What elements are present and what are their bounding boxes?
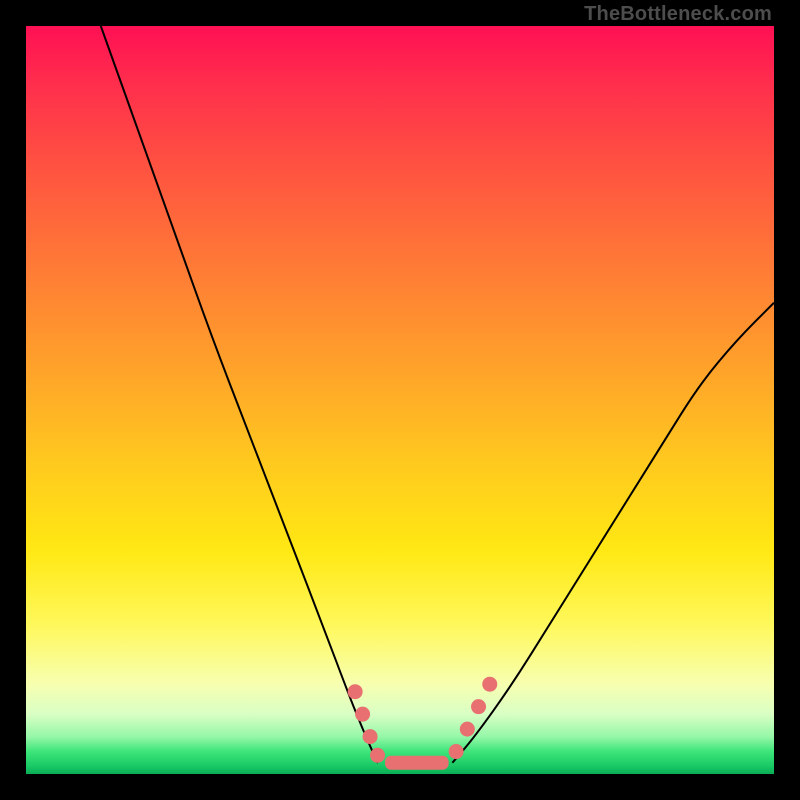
curve-right <box>452 303 774 763</box>
curve-marker <box>460 722 475 737</box>
plot-area <box>26 26 774 774</box>
bottom-pill-marker <box>385 756 449 770</box>
watermark-text: TheBottleneck.com <box>584 3 772 26</box>
curve-svg <box>26 26 774 774</box>
curve-left <box>101 26 378 763</box>
curve-marker <box>370 748 385 763</box>
curve-marker <box>449 744 464 759</box>
curve-marker <box>348 684 363 699</box>
curve-marker <box>482 677 497 692</box>
markers-right-group <box>449 677 498 759</box>
curve-marker <box>363 729 378 744</box>
markers-left-group <box>348 684 385 763</box>
curve-marker <box>355 707 370 722</box>
chart-frame: TheBottleneck.com <box>0 0 800 800</box>
curve-marker <box>471 699 486 714</box>
